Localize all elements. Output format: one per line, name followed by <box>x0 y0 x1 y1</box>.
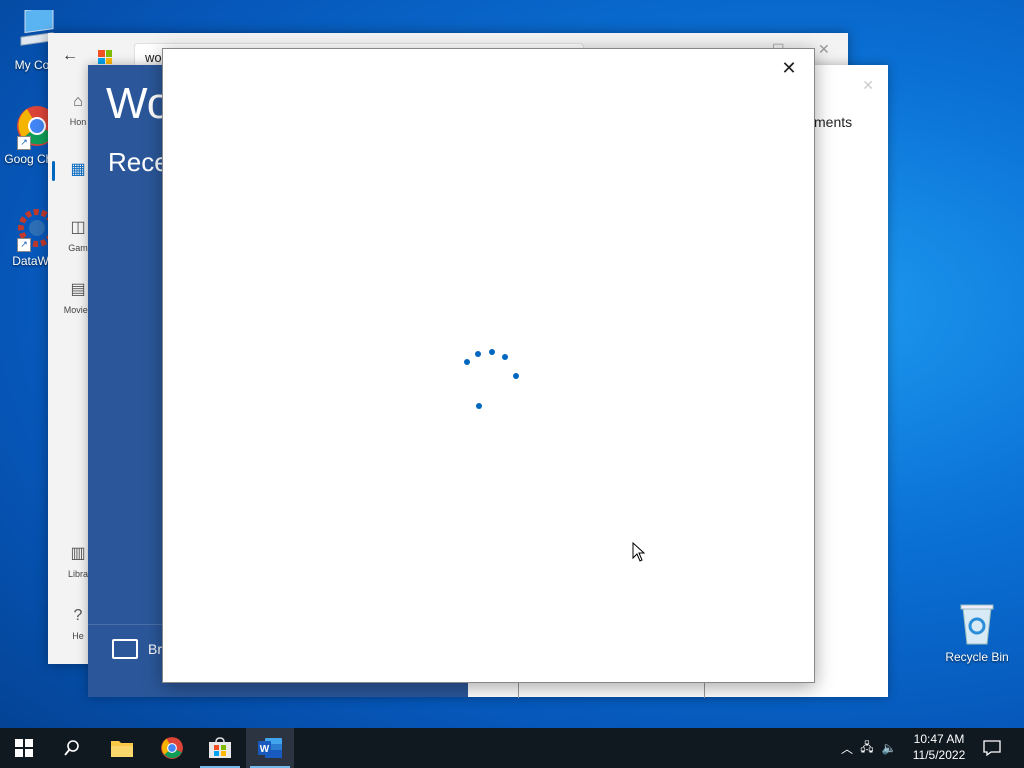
taskbar-clock[interactable]: 10:47 AM 11/5/2022 <box>900 731 978 763</box>
clapperboard-icon: ▤ <box>70 281 86 298</box>
help-icon: ? <box>73 607 83 624</box>
mouse-cursor-icon <box>632 541 646 567</box>
loading-dialog: ✕ <box>162 48 815 683</box>
store-logo-icon <box>98 50 112 64</box>
start-button[interactable] <box>0 728 48 768</box>
shortcut-arrow-icon: ↗ <box>17 136 31 150</box>
taskbar-microsoft-store[interactable] <box>196 728 244 768</box>
clock-time: 10:47 AM <box>913 732 965 746</box>
taskbar: W ︿ 🖧 🔈 10:47 AM 11/5/2022 <box>0 728 1024 768</box>
home-icon: ⌂ <box>73 93 83 110</box>
show-hidden-icons-chevron-icon[interactable]: ︿ <box>838 740 856 757</box>
recycle-bin-label: Recycle Bin <box>945 650 1009 664</box>
store-sidebar: ⌂ Hon ▦ ◫ Gam ▤ Movies ▥ Libra ? He <box>48 79 92 664</box>
svg-text:W: W <box>260 744 270 755</box>
search-button[interactable] <box>48 728 96 768</box>
apps-grid-icon: ▦ <box>70 161 86 178</box>
taskbar-word[interactable]: W <box>246 728 294 768</box>
taskbar-chrome[interactable] <box>148 728 196 768</box>
desktop-icon-recycle-bin[interactable]: Recycle Bin <box>940 602 1014 664</box>
template-thumbnail[interactable] <box>518 681 705 698</box>
recent-heading: Rece <box>108 147 169 177</box>
back-arrow-icon[interactable]: ← <box>62 47 80 65</box>
clock-date: 11/5/2022 <box>912 748 966 762</box>
notification-icon <box>983 740 1001 757</box>
word-close-icon[interactable]: ✕ <box>862 77 874 94</box>
word-icon: W <box>258 738 282 758</box>
action-center-button[interactable] <box>968 728 1016 768</box>
store-bag-icon <box>209 737 231 758</box>
folder-icon <box>111 741 133 757</box>
documents-heading: ments <box>814 114 853 130</box>
recycle-bin-icon <box>960 604 994 645</box>
loading-spinner-icon <box>464 349 519 409</box>
folder-icon <box>112 639 138 659</box>
search-icon <box>64 740 79 756</box>
close-icon[interactable]: ✕ <box>818 41 830 58</box>
library-icon: ▥ <box>70 545 86 562</box>
windows-logo-icon <box>15 739 33 757</box>
network-icon[interactable]: 🖧 <box>856 738 878 759</box>
chrome-icon <box>161 737 183 759</box>
volume-icon[interactable]: 🔈 <box>878 741 900 755</box>
gamepad-icon: ◫ <box>70 219 86 236</box>
taskbar-file-explorer[interactable] <box>98 728 146 768</box>
shortcut-arrow-icon: ↗ <box>17 238 31 252</box>
